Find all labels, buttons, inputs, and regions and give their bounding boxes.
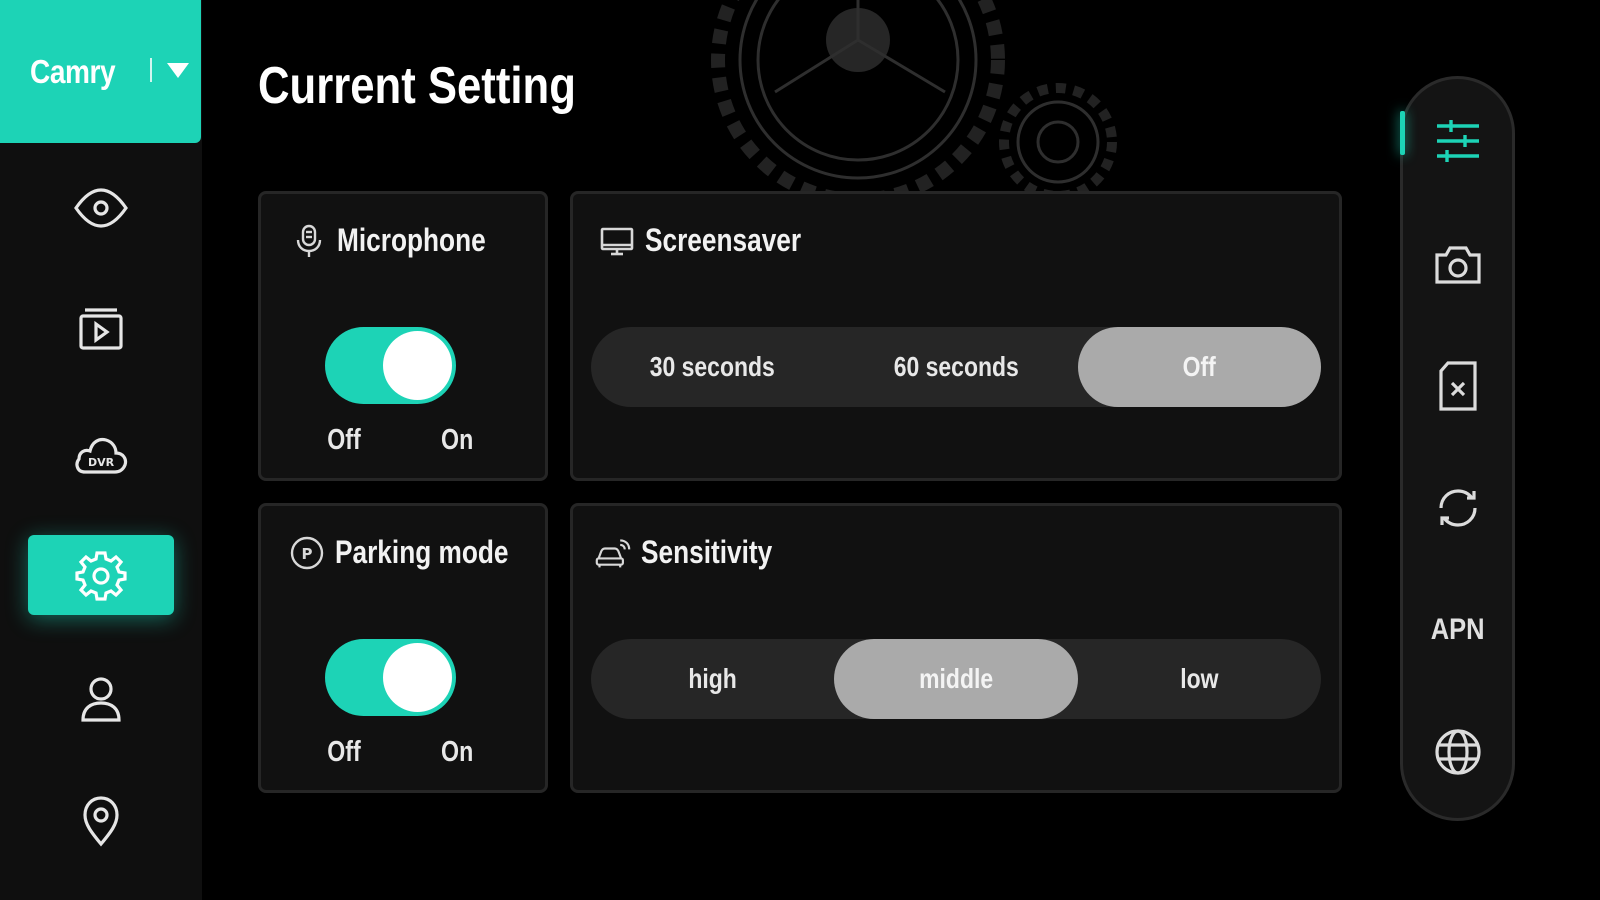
sidebar: Camry DVR	[0, 0, 202, 900]
sidebar-item-live-view[interactable]	[28, 168, 174, 248]
sd-card-format-icon	[1438, 361, 1477, 411]
gear-icon	[75, 551, 127, 601]
toolbar-camera[interactable]	[1403, 219, 1512, 309]
user-icon	[81, 677, 121, 722]
microphone-off-label: Off	[327, 424, 361, 456]
sensitivity-option-middle[interactable]: middle	[834, 639, 1078, 719]
location-pin-icon	[83, 796, 119, 847]
parking-on-label: On	[441, 736, 474, 768]
screensaver-segmented-control: 30 seconds 60 seconds Off	[591, 327, 1321, 407]
toolbar-apn[interactable]: APN	[1403, 585, 1512, 675]
toolbar-current-setting[interactable]	[1400, 96, 1512, 186]
globe-icon	[1434, 729, 1481, 775]
sliders-icon	[1436, 120, 1479, 162]
toolbar-language[interactable]	[1403, 707, 1512, 797]
toggle-knob	[383, 331, 452, 400]
toolbar-format-sd[interactable]	[1403, 341, 1512, 431]
right-toolbar: APN	[1400, 76, 1515, 821]
sidebar-item-location[interactable]	[28, 780, 174, 860]
vehicle-divider	[150, 58, 152, 82]
microphone-icon	[296, 224, 322, 257]
sensitivity-option-low[interactable]: low	[1078, 639, 1321, 719]
vehicle-name: Camry	[30, 52, 116, 90]
background-gears-illustration	[711, 0, 1117, 195]
parking-icon: P	[290, 536, 324, 569]
dvr-cloud-icon: DVR	[75, 437, 128, 474]
parking-mode-toggle[interactable]	[325, 639, 456, 716]
camera-icon	[1434, 246, 1481, 284]
sidebar-item-account[interactable]	[28, 658, 174, 738]
sensitivity-title: Sensitivity	[641, 534, 773, 570]
parking-off-label: Off	[327, 736, 361, 768]
toolbar-sync[interactable]	[1403, 463, 1512, 553]
page-title: Current Setting	[258, 57, 576, 115]
sidebar-item-settings[interactable]	[28, 535, 174, 615]
sensitivity-card: Sensitivity high middle low	[570, 503, 1342, 793]
sidebar-item-playback[interactable]	[28, 290, 174, 370]
screensaver-option-60s[interactable]: 60 seconds	[834, 327, 1077, 407]
screensaver-option-30s[interactable]: 30 seconds	[591, 327, 834, 407]
microphone-card: Microphone Off On	[258, 191, 548, 481]
monitor-icon	[600, 227, 634, 255]
eye-icon	[74, 188, 128, 228]
vehicle-selector[interactable]: Camry	[0, 0, 201, 143]
car-sensor-icon	[595, 538, 631, 567]
microphone-toggle[interactable]	[325, 327, 456, 404]
sensitivity-segmented-control: high middle low	[591, 639, 1321, 719]
video-playback-icon	[79, 308, 123, 350]
microphone-on-label: On	[441, 424, 474, 456]
sidebar-item-dvr[interactable]: DVR	[28, 414, 174, 494]
svg-text:DVR: DVR	[88, 456, 115, 469]
toggle-knob	[383, 643, 452, 712]
screensaver-title: Screensaver	[645, 222, 802, 258]
parking-mode-title: Parking mode	[335, 534, 509, 570]
parking-mode-card: P Parking mode Off On	[258, 503, 548, 793]
apn-label: APN	[1430, 613, 1485, 646]
screensaver-option-off[interactable]: Off	[1077, 327, 1321, 407]
screensaver-card: Screensaver 30 seconds 60 seconds Off	[570, 191, 1342, 481]
sensitivity-option-high[interactable]: high	[591, 639, 834, 719]
svg-text:P: P	[302, 545, 313, 563]
microphone-title: Microphone	[337, 222, 486, 258]
refresh-icon	[1438, 489, 1477, 527]
chevron-down-icon[interactable]	[167, 63, 189, 78]
